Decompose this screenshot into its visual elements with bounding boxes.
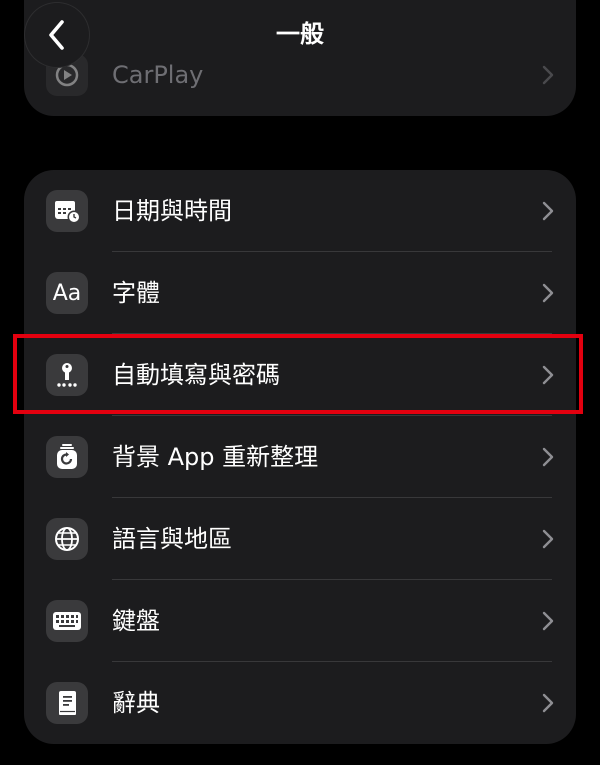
settings-row-fonts[interactable]: Aa 字體: [24, 252, 576, 334]
page-title: 一般: [276, 20, 324, 48]
settings-row-dictionary[interactable]: 辭典: [24, 662, 576, 744]
globe-icon: [46, 518, 88, 560]
chevron-right-icon: [542, 65, 554, 85]
chevron-right-icon: [542, 365, 554, 385]
settings-row-language-region[interactable]: 語言與地區: [24, 498, 576, 580]
calendar-clock-icon: [46, 190, 88, 232]
settings-row-label: 語言與地區: [112, 525, 232, 553]
settings-row-label: 自動填寫與密碼: [112, 361, 280, 389]
settings-row-label: 字體: [112, 279, 160, 307]
settings-row-keyboard[interactable]: 鍵盤: [24, 580, 576, 662]
settings-row-label: 辭典: [112, 689, 160, 717]
chevron-right-icon: [542, 201, 554, 221]
chevron-right-icon: [542, 693, 554, 713]
settings-row-label: 背景 App 重新整理: [112, 443, 319, 471]
keyboard-icon: [46, 600, 88, 642]
chevron-right-icon: [542, 283, 554, 303]
settings-screen: CarPlay 一般 日期與時間 Aa 字體 自動填寫與密碼 背景 App 重新…: [0, 0, 600, 765]
settings-row-autofill-passwords[interactable]: 自動填寫與密碼: [24, 334, 576, 416]
dictionary-book-icon: [46, 682, 88, 724]
settings-group: 日期與時間 Aa 字體 自動填寫與密碼 背景 App 重新整理 語言與地區 鍵盤…: [24, 170, 576, 744]
chevron-right-icon: [542, 529, 554, 549]
settings-row-background-app-refresh[interactable]: 背景 App 重新整理: [24, 416, 576, 498]
settings-row-label: 鍵盤: [112, 607, 160, 635]
font-aa-icon: Aa: [46, 272, 88, 314]
background-refresh-icon: [46, 436, 88, 478]
chevron-right-icon: [542, 611, 554, 631]
key-autofill-icon: [46, 354, 88, 396]
settings-row-label: 日期與時間: [112, 197, 232, 225]
chevron-right-icon: [542, 447, 554, 467]
settings-row-date-time[interactable]: 日期與時間: [24, 170, 576, 252]
